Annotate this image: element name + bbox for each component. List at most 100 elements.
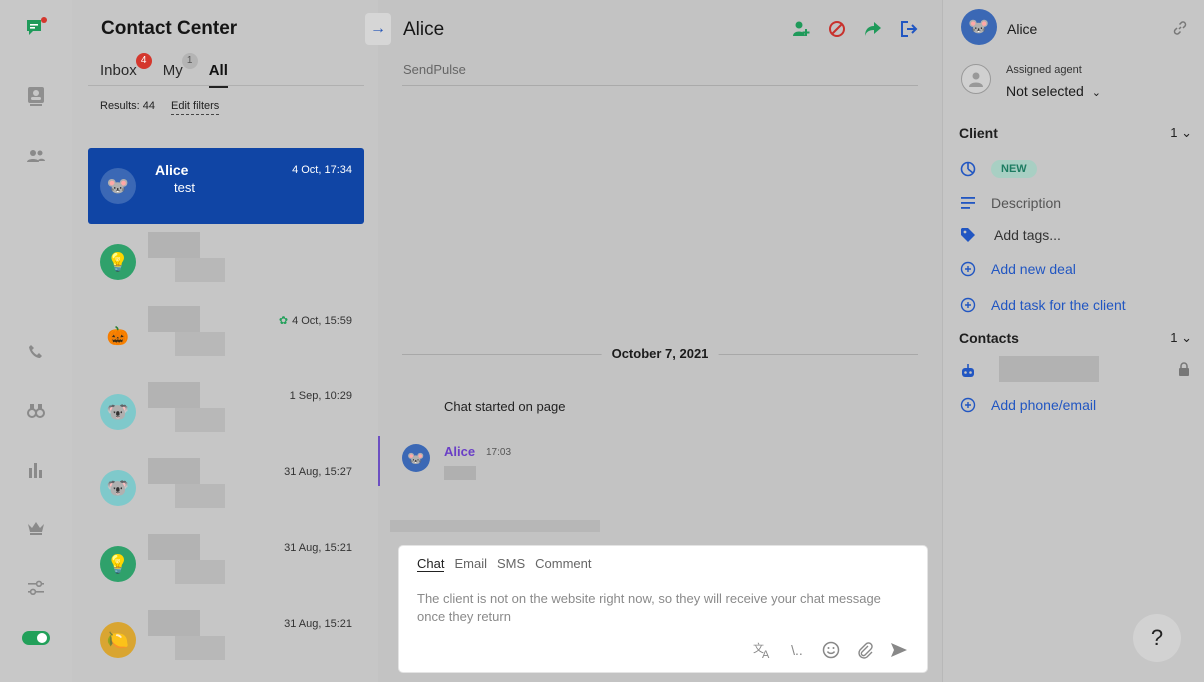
conversation-item[interactable]: 🐭 Alice test 4 Oct, 17:34 [88,148,364,224]
assigned-agent-select[interactable]: Not selected ⌄ [1006,83,1101,99]
bulb-avatar-icon: 💡 [100,244,136,280]
tab-label: Inbox [100,62,137,79]
phone-icon[interactable] [24,340,48,364]
add-deal-link[interactable]: Add new deal [991,261,1076,277]
plus-circle-icon [960,261,976,277]
plus-circle-icon [960,297,976,313]
conversation-item[interactable]: 🎃 ✿ 4 Oct, 15:59 [88,298,364,372]
tab-sms[interactable]: SMS [497,556,525,572]
contacts-card-icon[interactable] [24,84,48,108]
blurred-message [175,258,225,282]
composer-tabs: Chat Email SMS Comment [417,556,592,572]
add-tags-input[interactable]: Add tags... [994,227,1061,243]
svg-text:A: A [762,649,770,659]
chevron-down-icon: ⌄ [1181,330,1192,345]
conversation-item[interactable]: 🐨 31 Aug, 15:27 [88,450,364,524]
lemon-avatar-icon: 🍋 [100,622,136,658]
tab-inbox[interactable]: Inbox 4 [100,53,152,85]
block-icon[interactable] [826,18,848,40]
tab-all[interactable]: All [208,62,229,88]
edit-filters-link[interactable]: Edit filters [171,100,220,115]
crown-icon[interactable] [24,516,48,540]
conversation-item[interactable]: 💡 [88,224,364,298]
tab-chat[interactable]: Chat [417,556,445,572]
add-phone-email-link[interactable]: Add phone/email [991,397,1096,413]
help-button[interactable]: ? [1133,614,1181,662]
koala-avatar-icon: 🐨 [100,394,136,430]
exit-chat-icon[interactable] [898,18,920,40]
chat-icon[interactable] [24,16,48,40]
message-time: 1 Sep, 10:29 [289,390,352,402]
tab-label: All [208,62,228,79]
message-time: 31 Aug, 15:27 [284,466,352,478]
message-composer[interactable]: Chat Email SMS Comment The client is not… [399,546,927,672]
composer-tools: 文A \.. [753,640,909,660]
chevron-down-icon: ⌄ [1181,125,1192,140]
collapse-arrow-icon[interactable]: → [365,13,391,45]
chat-source: SendPulse [403,62,466,77]
contact-name: Alice [1007,21,1038,37]
users-icon[interactable] [24,144,48,168]
icon-rail [0,0,72,682]
blurred-message [175,636,225,660]
blurred-name [148,458,200,484]
message-author: Alice [444,444,476,459]
chat-actions [790,18,920,40]
blurred-name [148,610,200,636]
system-message: Chat started on page [444,399,566,414]
assigned-agent-label: Assigned agent [1006,64,1082,76]
count-badge: 1 [181,53,198,69]
assign-user-icon[interactable] [790,18,812,40]
toggle-icon[interactable] [21,626,51,650]
snippets-icon[interactable]: \.. [787,640,807,660]
tab-email[interactable]: Email [454,556,487,572]
date-label: October 7, 2021 [601,346,719,361]
blurred-text [390,520,600,532]
client-section-title: Client [959,125,998,141]
contact-details-panel: 🐭 Alice Assigned agent Not selected ⌄ Cl… [942,0,1204,682]
binoculars-icon[interactable] [24,398,48,422]
conversation-item[interactable]: 🍋 31 Aug, 15:21 [88,602,364,676]
bar-chart-icon[interactable] [24,458,48,482]
blurred-message-text [444,466,476,480]
chevron-down-icon: ⌄ [1091,87,1101,99]
attach-icon[interactable] [855,640,875,660]
chat-message: 🐭 Alice 17:03 [378,436,942,486]
panel-title: Contact Center [101,18,238,39]
tab-comment[interactable]: Comment [535,556,591,572]
emoji-icon[interactable] [821,640,841,660]
conversation-list-panel: Contact Center Inbox 4 My 1 All Results:… [72,0,378,682]
blurred-message [175,560,225,584]
link-icon[interactable] [1172,20,1190,38]
message-time: 31 Aug, 15:21 [284,618,352,630]
send-icon[interactable] [889,640,909,660]
unread-badge: 4 [135,53,152,69]
conversation-item[interactable]: 🐨 1 Sep, 10:29 [88,374,364,448]
blurred-name [148,232,200,258]
composer-input[interactable]: The client is not on the website right n… [417,590,887,626]
translate-icon[interactable]: 文A [753,640,773,660]
divider [402,85,918,86]
tag-icon [960,227,976,243]
description-icon [960,195,976,211]
add-task-link[interactable]: Add task for the client [991,297,1126,313]
sliders-icon[interactable] [24,576,48,600]
tab-my[interactable]: My 1 [162,53,198,85]
status-badge[interactable]: NEW [991,160,1037,178]
plus-circle-icon [960,397,976,413]
contacts-section-toggle[interactable]: 1 ⌄ [1170,330,1192,346]
client-section-toggle[interactable]: 1 ⌄ [1170,125,1192,141]
blurred-name [148,306,200,332]
conversation-item[interactable]: 💡 31 Aug, 15:21 [88,526,364,600]
message-time: 17:03 [486,447,512,458]
mouse-avatar-icon: 🐭 [402,444,430,472]
blurred-name [148,534,200,560]
forward-icon[interactable] [862,18,884,40]
date-separator: October 7, 2021 [402,346,918,362]
description-field[interactable]: Description [991,195,1061,211]
contacts-section-title: Contacts [959,330,1019,346]
agent-avatar-icon [961,64,991,94]
last-message: test [174,180,195,195]
blurred-contact [999,356,1099,382]
tab-label: My [162,62,183,79]
